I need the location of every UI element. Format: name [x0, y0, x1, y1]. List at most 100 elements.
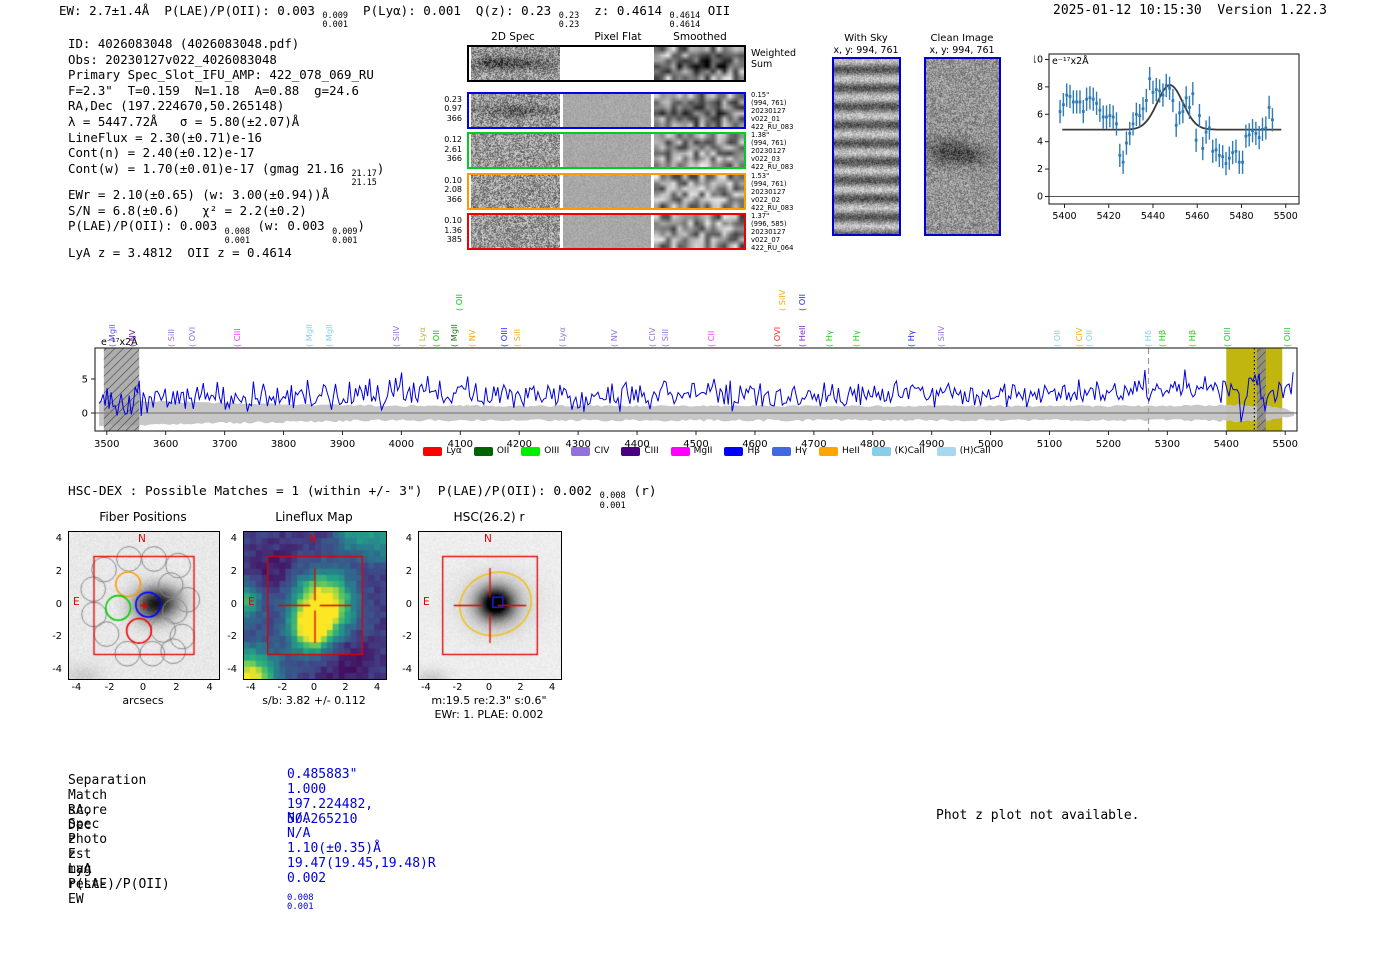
east-label-lineflux: E	[248, 596, 255, 608]
north-label-lineflux: N	[309, 533, 317, 545]
east-label-fiber: E	[73, 596, 80, 608]
svg-text:2: 2	[1037, 164, 1043, 175]
legend-swatch-CIII	[621, 446, 641, 456]
legend-swatch-MgII	[670, 446, 690, 456]
line-marker-OIII: ( OIII	[1222, 327, 1233, 348]
info-line: Cont(n) = 2.40(±0.12)e-17	[68, 145, 255, 161]
info-line: LineFlux = 2.30(±0.71)e-16	[68, 129, 262, 145]
info-line: Cont(w) = 1.70(±0.01)e-17 (gmag 21.16 21…	[68, 160, 385, 188]
match-row-label: Separation	[68, 773, 147, 788]
legend-swatch-(K)CaII	[871, 446, 891, 456]
line-marker-Hγ: ( Hγ	[906, 330, 917, 347]
ytick-fiber: 0	[55, 598, 62, 610]
clean-image-box	[924, 57, 1001, 236]
line-marker-Hγ: ( Hγ	[823, 330, 834, 347]
xtick-lineflux: 2	[342, 682, 349, 693]
legend-item: HeII	[819, 446, 860, 456]
line-marker-NV: ( NV	[609, 329, 620, 347]
ytick-lineflux: 4	[230, 533, 237, 545]
with-sky-image-box	[832, 57, 901, 236]
info-line: S/N = 6.8(±0.6) χ² = 2.2(±0.2)	[68, 202, 307, 218]
legend-swatch-Lyα	[423, 446, 443, 456]
svg-text:3800: 3800	[271, 439, 296, 450]
elixer-report-page: { "header": { "summary": "EW: 2.7±1.4Å P…	[0, 0, 1400, 953]
inset-units-label: e⁻¹⁷x2Å	[1052, 55, 1089, 67]
svg-text:3700: 3700	[212, 439, 237, 450]
weighted-2dspec-image	[471, 47, 560, 80]
line-marker-OII: ( OII	[430, 329, 441, 347]
svg-text:5420: 5420	[1097, 211, 1121, 222]
line-marker-OII: ( OII	[454, 293, 465, 311]
legend-item: MgII	[670, 446, 712, 456]
svg-text:5200: 5200	[1096, 439, 1121, 450]
stacked-uncertainty: 0.009 0.001	[332, 225, 358, 245]
line-marker-Hγ: ( Hγ	[850, 330, 861, 347]
line-marker-MgII: ( MgII	[449, 324, 459, 347]
svg-text:5440: 5440	[1141, 211, 1165, 222]
ytick-hsc: 0	[405, 598, 412, 610]
line-marker-Lyα: ( Lyα	[556, 327, 567, 347]
xtick-fiber: -2	[104, 682, 115, 693]
info-line: Obs: 20230127v022_4026083048	[68, 51, 277, 67]
svg-text:0: 0	[1037, 191, 1043, 202]
legend-swatch-HeII	[819, 446, 839, 456]
svg-text:0: 0	[82, 409, 88, 420]
svg-text:5100: 5100	[1037, 439, 1062, 450]
match-row-value: 0.002 0.008 0.001	[287, 870, 327, 913]
panel-image-fiber	[69, 532, 219, 679]
ytick-lineflux: 2	[230, 565, 237, 577]
north-label-fiber: N	[138, 533, 146, 545]
legend-item: CIII	[621, 446, 659, 456]
with-sky-title: With Sky	[844, 33, 888, 44]
panel-frame-lineflux	[243, 531, 387, 680]
line-marker-SiIV: ( SiIV	[777, 289, 788, 311]
svg-text:5500: 5500	[1272, 439, 1297, 450]
match-row-value: 1.10(±0.35)Å	[287, 841, 381, 856]
north-label-hsc: N	[484, 533, 492, 545]
panel-title-hsc: HSC(26.2) r	[453, 510, 525, 524]
svg-text:10: 10	[1034, 54, 1043, 65]
fiber-row-meta: 0.15" (994, 761) 20230127 v022_01 422_RU…	[751, 90, 794, 131]
fiber-2dspec-image	[471, 134, 560, 167]
xtick-hsc: -4	[420, 682, 431, 693]
match-row-label: P(LAE)/P(OII)	[68, 876, 170, 892]
legend-swatch-Hβ	[724, 446, 744, 456]
line-marker-SiII: ( SiII	[659, 328, 670, 347]
xtick-fiber: 2	[173, 682, 180, 693]
inset-plot-svg: 5400 5420 5440 5460 5480 5500 0 2 4 6 8 10 e⁻¹⁷x2Å	[1031, 53, 1300, 222]
fiber-pixelflat-image	[563, 174, 651, 208]
stacked-uncertainty: 0.008 0.001	[287, 892, 314, 913]
match-row-value: N/A	[287, 826, 311, 842]
xtick-hsc: 4	[548, 682, 556, 693]
ytick-fiber: -4	[52, 663, 62, 675]
svg-text:8: 8	[1037, 82, 1043, 93]
svg-text:5: 5	[82, 375, 88, 386]
fiber-row-weights: 0.12 2.61 366	[444, 135, 462, 164]
gaussian-fit-curve	[1062, 84, 1282, 131]
legend-label: (K)CaII	[894, 446, 925, 456]
legend-item: (K)CaII	[871, 446, 925, 456]
xtick-fiber: 0	[139, 682, 147, 693]
xtick-lineflux: 0	[310, 682, 318, 693]
ytick-lineflux: 0	[230, 598, 237, 610]
xtick-fiber: -4	[71, 682, 82, 693]
line-marker-Hβ: ( Hβ	[1157, 329, 1168, 347]
timestamp: 2025-01-12 10:15:30	[1053, 3, 1202, 18]
line-marker-OIII: ( OIII	[1282, 327, 1293, 348]
match-row-value: N/A	[287, 811, 311, 827]
ytick-fiber: 4	[55, 533, 62, 545]
legend-label: OII	[496, 446, 510, 456]
fiber-pixelflat-image	[563, 93, 651, 127]
line-marker-SiIV: ( SiIV	[936, 325, 947, 347]
panel-xlabel-hsc: m:19.5 re:2.3" s:0.6"	[431, 694, 547, 707]
line-marker-OVI: ( OVI	[186, 326, 197, 347]
line-marker-SiIV: ( SiIV	[391, 325, 402, 347]
with-sky-coords: x, y: 994, 761	[833, 45, 899, 56]
xtick-lineflux: -4	[245, 682, 256, 693]
weighted-smoothed-image	[654, 47, 744, 80]
legend-label: (H)CaII	[959, 446, 991, 456]
legend-swatch-OII	[473, 446, 493, 456]
spec2d-fiber-row	[467, 132, 746, 169]
fiber-2dspec-image	[471, 174, 560, 208]
match-row-label: mag	[68, 861, 92, 877]
